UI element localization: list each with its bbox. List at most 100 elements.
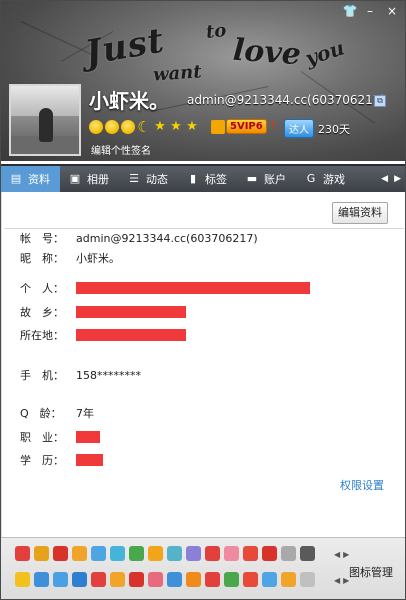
service-icon[interactable] bbox=[300, 572, 315, 587]
tab-label: 动态 bbox=[146, 173, 168, 186]
redacted-value bbox=[76, 329, 186, 341]
field-value: 小虾米。 bbox=[76, 252, 120, 265]
service-icon[interactable] bbox=[53, 546, 68, 561]
service-icon[interactable] bbox=[300, 546, 315, 561]
service-icon[interactable] bbox=[72, 546, 87, 561]
feed-icon: ☰ bbox=[129, 172, 139, 185]
signature-edit-link[interactable]: 编辑个性签名 bbox=[91, 142, 151, 157]
service-icon[interactable] bbox=[110, 546, 125, 561]
tab-profile[interactable]: ▤ 资料 bbox=[1, 166, 60, 192]
profile-banner: Just to love you want 👕 – × 小虾米。 admin@9… bbox=[1, 1, 405, 161]
chevron-right-icon[interactable]: ▶ bbox=[343, 550, 349, 559]
field-location: 所在地： bbox=[20, 327, 186, 343]
level-icons[interactable]: ☾ ★ ★ ★ bbox=[89, 119, 199, 135]
sun-icon bbox=[121, 120, 135, 134]
star-icon: ★ bbox=[186, 119, 198, 134]
icon-row bbox=[15, 572, 315, 587]
bookmark-icon: ▮ bbox=[189, 172, 197, 185]
field-label: 帐 号： bbox=[20, 232, 64, 245]
copy-icon[interactable]: ⧉ bbox=[374, 95, 386, 107]
redacted-value bbox=[76, 282, 310, 294]
tab-album[interactable]: ▣ 相册 bbox=[60, 166, 119, 192]
daren-label: 达人 bbox=[284, 119, 314, 138]
service-icon[interactable] bbox=[281, 546, 296, 561]
wallet-icon: ▬ bbox=[246, 172, 258, 185]
chevron-left-icon[interactable]: ◀ bbox=[334, 550, 340, 559]
banner-word-want: want bbox=[152, 61, 203, 86]
field-label: 个 人： bbox=[20, 282, 64, 295]
field-label: 职 业： bbox=[20, 431, 64, 444]
field-label: 所在地： bbox=[20, 329, 64, 342]
profile-card-icon: ▤ bbox=[10, 172, 22, 185]
tab-label: 资料 bbox=[28, 173, 50, 186]
tab-tags[interactable]: ▮ 标签 bbox=[178, 166, 237, 192]
sun-icon bbox=[105, 120, 119, 134]
banner-word-you: you bbox=[302, 35, 348, 71]
daren-badge[interactable]: 达人 230天 bbox=[284, 119, 350, 138]
field-label: 学 历： bbox=[20, 454, 64, 467]
chevron-left-icon[interactable]: ◀ bbox=[334, 576, 340, 585]
service-icon[interactable] bbox=[72, 572, 87, 587]
service-icon[interactable] bbox=[148, 546, 163, 561]
minimize-button[interactable]: – bbox=[361, 3, 379, 19]
tab-account[interactable]: ▬ 账户 bbox=[237, 166, 296, 192]
service-icon[interactable] bbox=[205, 572, 220, 587]
tab-label: 账户 bbox=[264, 173, 286, 186]
tab-feed[interactable]: ☰ 动态 bbox=[119, 166, 178, 192]
service-icon[interactable] bbox=[15, 546, 30, 561]
window-controls: 👕 – × bbox=[341, 3, 403, 19]
permission-settings-link[interactable]: 权限设置 bbox=[340, 477, 384, 493]
tab-games[interactable]: G 游戏 bbox=[296, 166, 355, 192]
service-icon[interactable] bbox=[34, 546, 49, 561]
service-icon[interactable] bbox=[15, 572, 30, 587]
field-value: 7年 bbox=[76, 407, 94, 420]
service-icon[interactable] bbox=[167, 572, 182, 587]
tab-label: 游戏 bbox=[323, 173, 345, 186]
game-icon: G bbox=[306, 172, 316, 185]
service-icon[interactable] bbox=[110, 572, 125, 587]
redacted-value bbox=[76, 306, 186, 318]
avatar[interactable] bbox=[9, 84, 81, 156]
service-icon[interactable] bbox=[243, 572, 258, 587]
service-icon[interactable] bbox=[262, 546, 277, 561]
service-icon[interactable] bbox=[129, 546, 144, 561]
chevron-left-icon[interactable]: ◀ bbox=[381, 174, 388, 184]
profile-content: 编辑资料 帐 号： admin@9213344.cc(603706217) 昵 … bbox=[1, 192, 405, 537]
field-label: 手 机： bbox=[20, 369, 64, 382]
vip-badge[interactable]: 5VIP6 ↑ bbox=[211, 119, 277, 134]
service-icon[interactable] bbox=[148, 572, 163, 587]
field-hometown: 故 乡： bbox=[20, 304, 186, 320]
icon-bar: ◀ ▶ ◀ ▶ 图标管理 bbox=[1, 537, 405, 599]
close-button[interactable]: × bbox=[381, 3, 403, 19]
service-icon[interactable] bbox=[34, 572, 49, 587]
service-icon[interactable] bbox=[91, 572, 106, 587]
service-icon[interactable] bbox=[205, 546, 220, 561]
icon-manage-button[interactable]: 图标管理 bbox=[349, 564, 393, 580]
tab-label: 标签 bbox=[205, 173, 227, 186]
redacted-value bbox=[76, 454, 103, 466]
skin-icon[interactable]: 👕 bbox=[341, 3, 359, 19]
edit-profile-button[interactable]: 编辑资料 bbox=[332, 202, 388, 224]
star-icon: ★ bbox=[170, 119, 182, 134]
service-icon[interactable] bbox=[243, 546, 258, 561]
daren-days: 230天 bbox=[318, 122, 350, 136]
service-icon[interactable] bbox=[186, 572, 201, 587]
service-icon[interactable] bbox=[91, 546, 106, 561]
service-icon[interactable] bbox=[186, 546, 201, 561]
icon-row bbox=[15, 546, 315, 561]
moon-icon: ☾ bbox=[137, 118, 151, 136]
field-personal: 个 人： bbox=[20, 280, 310, 296]
chevron-right-icon[interactable]: ▶ bbox=[394, 174, 401, 184]
field-value: admin@9213344.cc(603706217) bbox=[76, 231, 258, 245]
field-value: 158******** bbox=[76, 368, 141, 382]
service-icon[interactable] bbox=[167, 546, 182, 561]
service-icon[interactable] bbox=[53, 572, 68, 587]
field-label: 昵 称： bbox=[20, 252, 64, 265]
service-icon[interactable] bbox=[224, 546, 239, 561]
field-education: 学 历： bbox=[20, 452, 103, 468]
service-icon[interactable] bbox=[224, 572, 239, 587]
service-icon[interactable] bbox=[262, 572, 277, 587]
service-icon[interactable] bbox=[281, 572, 296, 587]
service-icon[interactable] bbox=[129, 572, 144, 587]
banner-word-love: love bbox=[231, 32, 303, 73]
